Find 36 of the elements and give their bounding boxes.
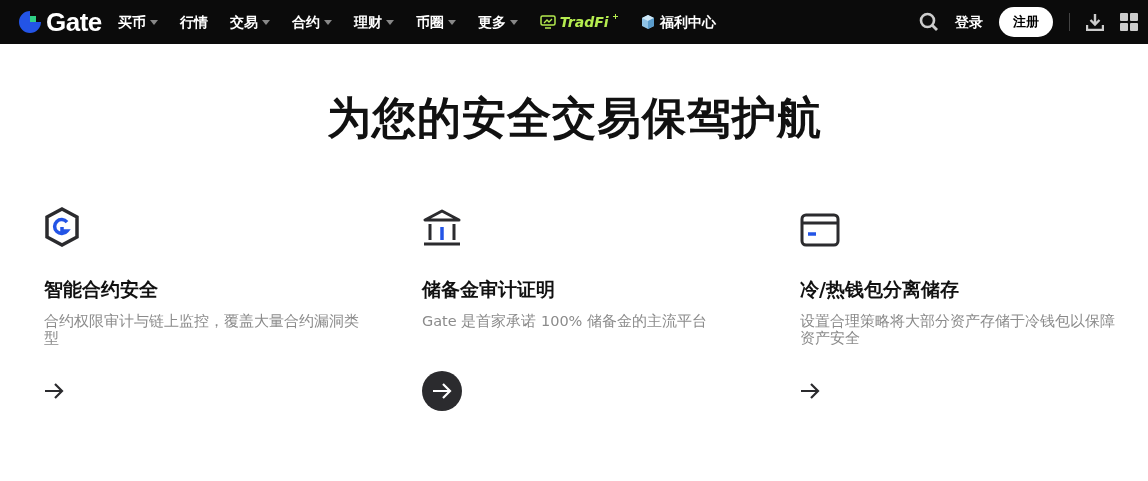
arrow-right-icon <box>44 383 64 400</box>
nav-menu-item[interactable]: 交易 <box>229 11 270 33</box>
download-icon[interactable] <box>1086 13 1104 31</box>
feature-title: 冷/热钱包分离储存 <box>800 276 960 302</box>
arrow-button[interactable] <box>422 371 462 412</box>
tradfi-label: TradFi <box>559 12 609 32</box>
nav-menu-item[interactable]: 更多 <box>477 11 518 33</box>
logo[interactable]: Gate <box>18 2 102 42</box>
page-headline: 为您的安全交易保驾护航 <box>325 92 823 145</box>
feature-description: Gate 是首家承诺 100% 储备金的主流平台 <box>422 313 708 332</box>
tradfi-link[interactable]: TradFi <box>539 11 618 33</box>
nav-menu-item[interactable]: 理财 <box>353 11 394 33</box>
grid-menu-icon[interactable] <box>1120 13 1138 31</box>
welfare-link[interactable]: 福利中心 <box>639 11 716 33</box>
feature-title: 储备金审计证明 <box>422 276 556 302</box>
feature-description: 设置合理策略将大部分资产存储于冷钱包以保障资产安全 <box>800 313 1116 348</box>
nav-menu-item[interactable]: 买币 <box>117 11 158 33</box>
feature-title: 智能合约安全 <box>44 276 159 302</box>
welfare-label: 福利中心 <box>659 12 716 32</box>
logo-icon <box>18 10 42 34</box>
cube-icon <box>639 14 656 30</box>
chart-monitor-icon <box>539 15 556 29</box>
sparkle-icon <box>612 13 618 19</box>
shield-icon <box>44 206 80 247</box>
bank-icon <box>422 208 462 247</box>
search-icon[interactable] <box>919 12 939 32</box>
arrow-right-icon <box>800 383 820 400</box>
nav-menu-item[interactable]: 币圈 <box>415 11 456 33</box>
feature-description: 合约权限审计与链上监控，覆盖大量合约漏洞类型 <box>44 313 360 348</box>
nav-menu-item[interactable]: 合约 <box>291 11 332 33</box>
register-button[interactable]: 注册 <box>999 7 1053 37</box>
nav-menu-item[interactable]: 行情 <box>179 11 208 33</box>
credit-card-icon <box>800 212 840 247</box>
arrow-right-icon <box>432 383 452 400</box>
login-link[interactable]: 登录 <box>955 11 983 33</box>
logo-text: Gate <box>46 5 102 39</box>
